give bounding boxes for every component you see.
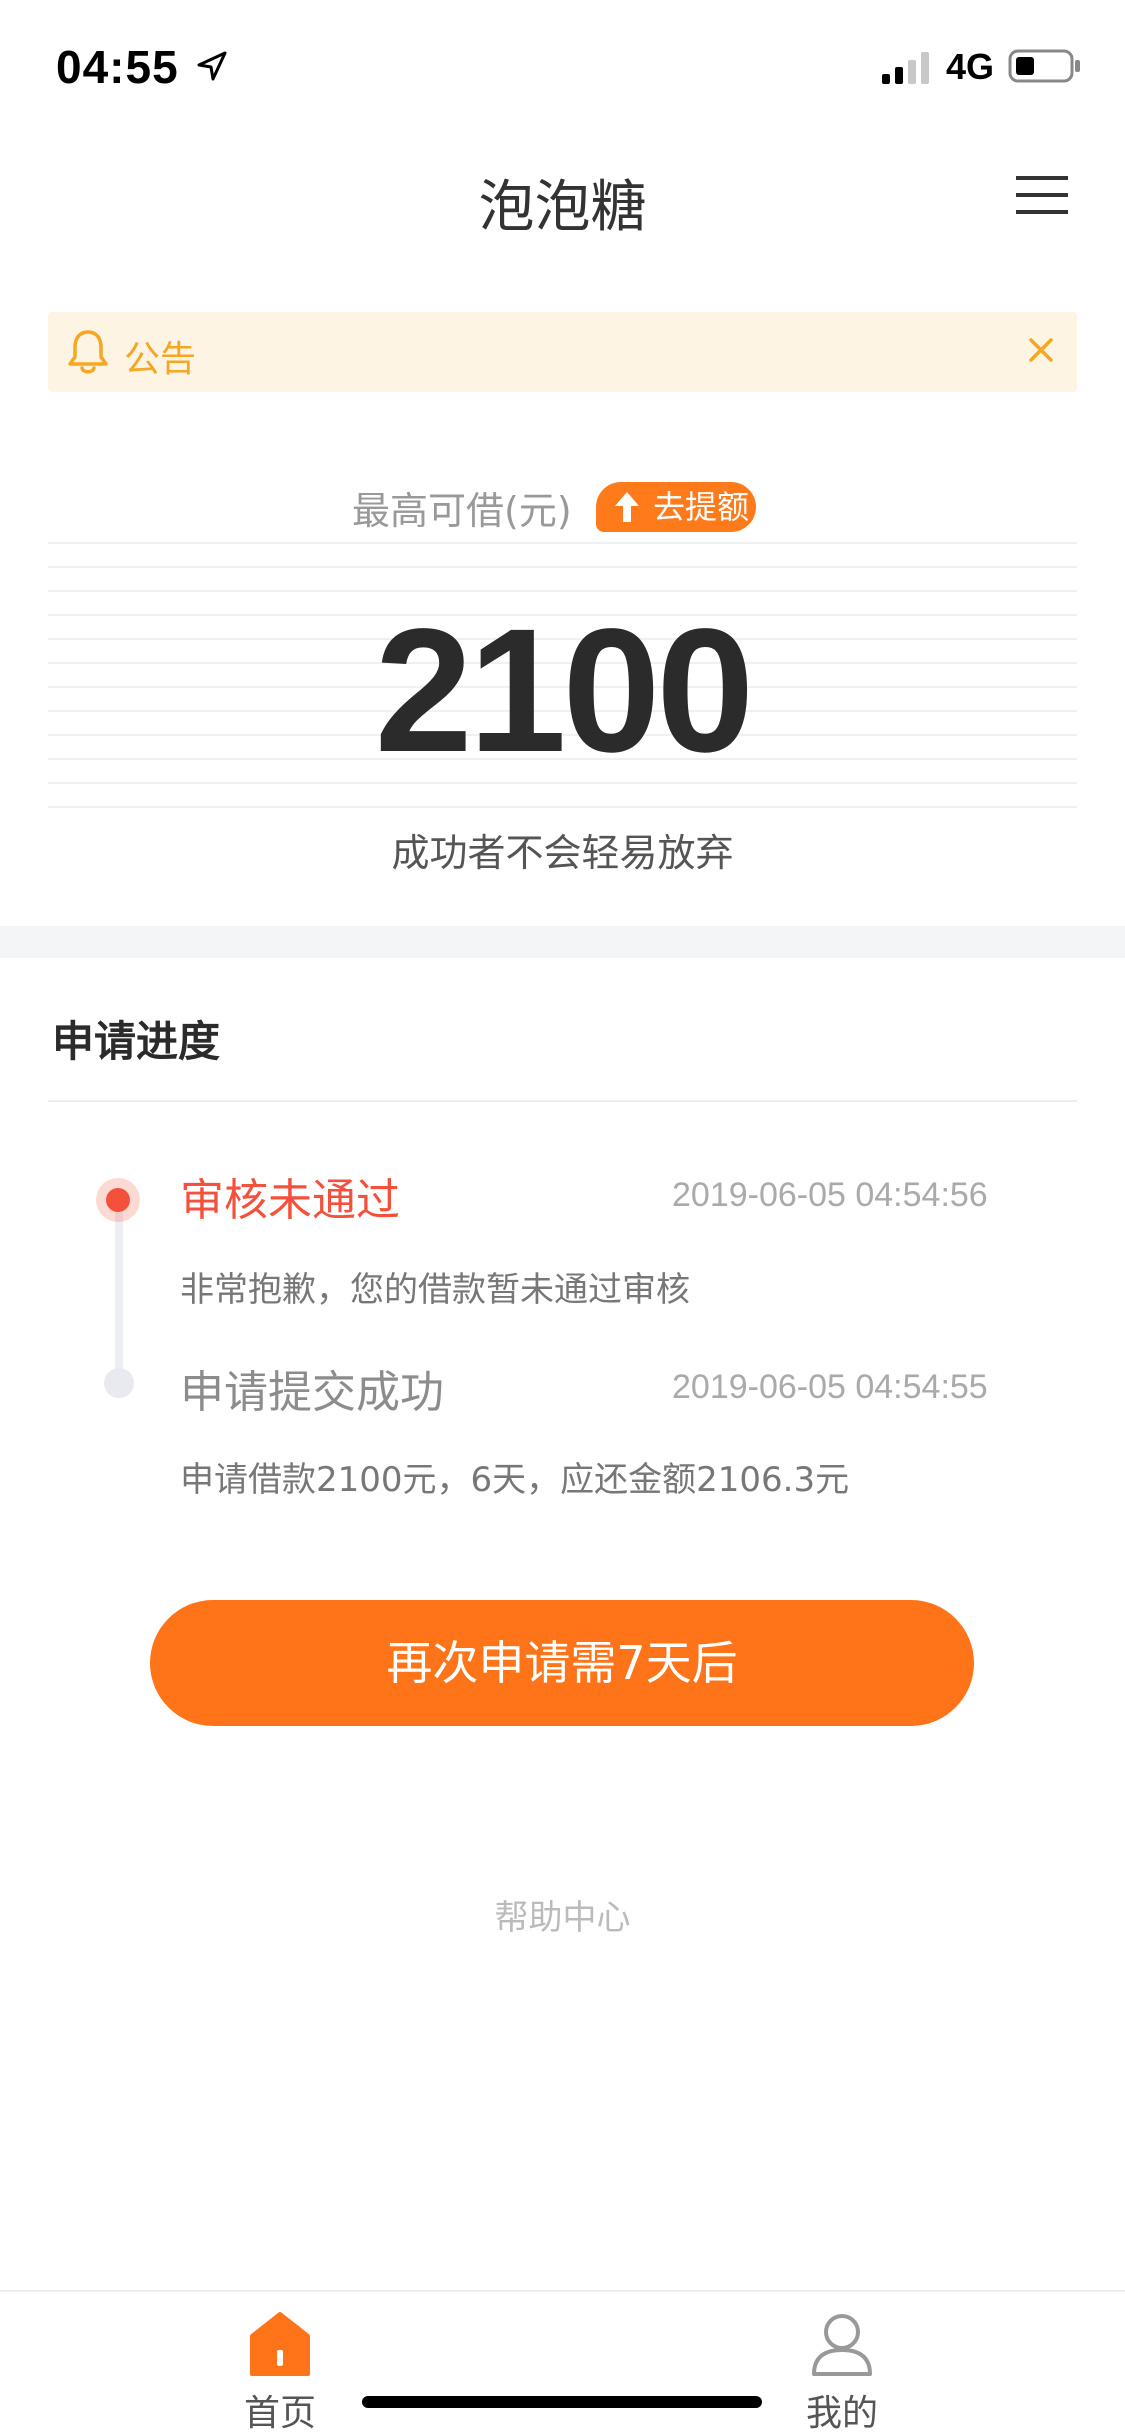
location-arrow-icon	[197, 51, 227, 81]
close-icon[interactable]	[1021, 330, 1061, 370]
menu-icon[interactable]	[1016, 172, 1068, 218]
tab-bar: 首页 我的	[0, 2290, 1125, 2436]
reapply-button[interactable]: 再次申请需7天后	[150, 1600, 974, 1726]
divider	[48, 542, 1077, 544]
notice-label: 公告	[124, 339, 197, 380]
page-title: 泡泡糖	[478, 175, 647, 240]
bell-icon	[68, 330, 108, 374]
help-center-link[interactable]: 帮助中心	[0, 1890, 1125, 1939]
raise-limit-button[interactable]: 去提额	[596, 482, 756, 532]
tab-mine-label: 我的	[805, 2393, 878, 2434]
step-description: 申请借款2100元，6天，应还金额2106.3元	[180, 1460, 850, 1500]
credit-label-row: 最高可借(元) 去提额	[0, 474, 1125, 534]
tab-home-label: 首页	[243, 2393, 316, 2434]
status-time: 04:55	[56, 41, 179, 93]
timeline-dot	[104, 1368, 134, 1398]
app-screen: 04:55 4G 泡泡糖 公告 最高可借(元) 去提额 2100 成功者不会轻易…	[0, 0, 1125, 2436]
step-description: 非常抱歉，您的借款暂未通过审核	[180, 1270, 690, 1310]
timeline-line	[115, 1200, 123, 1380]
signal-icon	[882, 52, 929, 84]
credit-amount: 2100	[374, 593, 755, 789]
credit-label: 最高可借(元)	[352, 489, 572, 533]
app-header: 泡泡糖	[0, 150, 1125, 250]
raise-limit-label: 去提额	[652, 488, 749, 526]
battery-icon	[1008, 49, 1080, 83]
section-divider	[0, 926, 1125, 958]
step-status: 审核未通过	[180, 1175, 400, 1226]
arrow-up-icon	[615, 492, 639, 522]
divider	[48, 566, 1077, 568]
home-icon	[250, 2312, 310, 2376]
divider	[48, 1100, 1077, 1102]
step-time: 2019-06-05 04:54:55	[672, 1368, 988, 1406]
slogan: 成功者不会轻易放弃	[391, 831, 734, 875]
timeline-dot-active	[96, 1178, 140, 1222]
tab-mine[interactable]: 我的	[762, 2292, 922, 2436]
notice-bar[interactable]: 公告	[48, 312, 1077, 392]
user-icon	[812, 2314, 872, 2376]
network-label: 4G	[946, 46, 995, 87]
divider	[48, 806, 1077, 808]
progress-title: 申请进度	[52, 1017, 221, 1066]
status-bar: 04:55 4G	[0, 0, 1125, 132]
home-indicator[interactable]	[362, 2396, 762, 2408]
tab-home[interactable]: 首页	[200, 2292, 360, 2436]
step-status: 申请提交成功	[180, 1367, 444, 1418]
step-time: 2019-06-05 04:54:56	[672, 1176, 988, 1214]
